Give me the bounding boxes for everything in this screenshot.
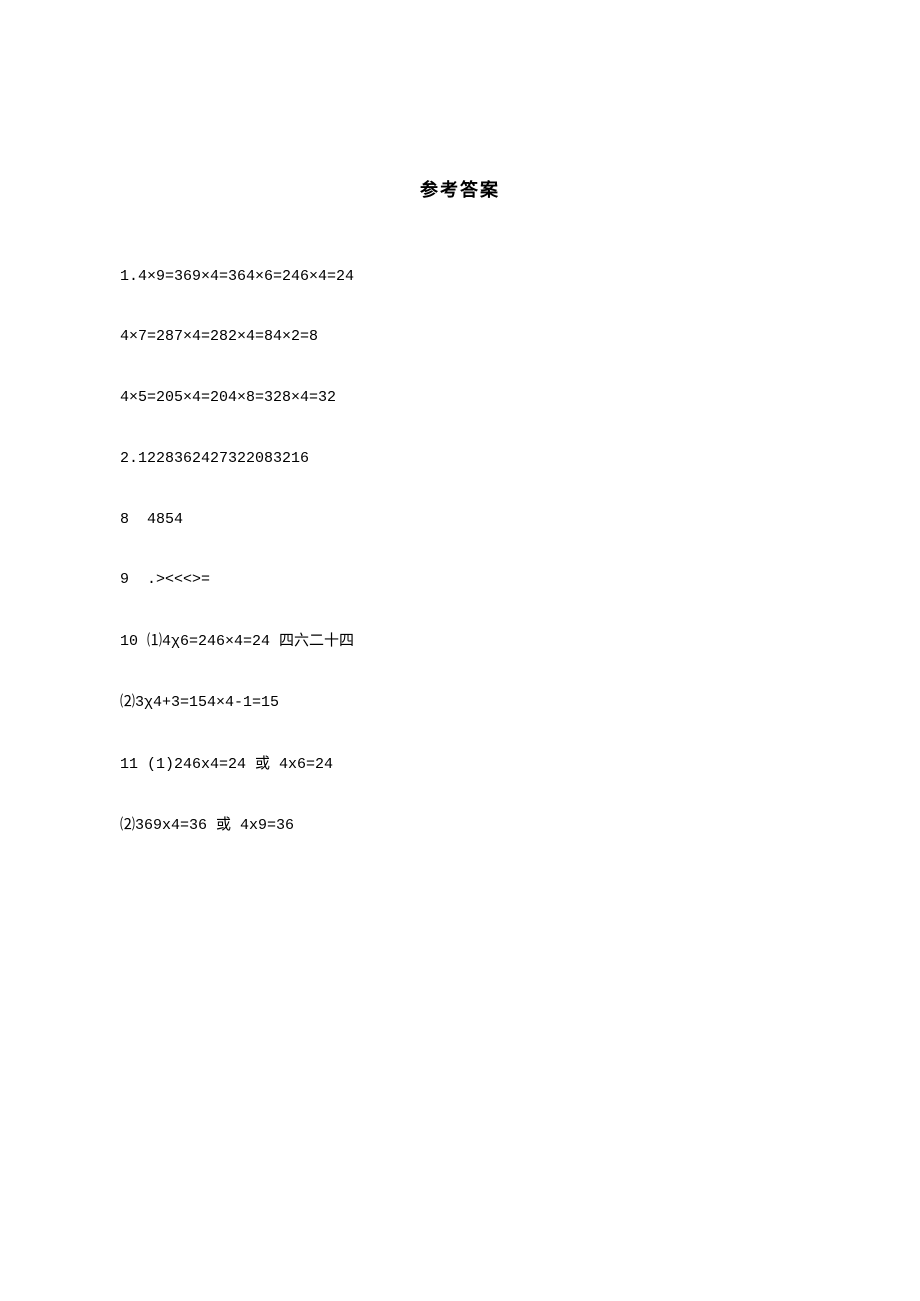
answer-line-10c: 4x9=36 (231, 817, 294, 834)
answer-line-6: 9 .><<<>= (120, 570, 800, 590)
page-title: 参考答案 (120, 176, 800, 202)
answer-line-7: 10 ⑴4χ6=246×4=24 四六二十四 (120, 631, 800, 652)
answer-line-9b: 或 (255, 756, 270, 772)
answer-line-1: 1.4×9=369×4=364×6=246×4=24 (120, 267, 800, 287)
answer-line-4: 2.1228362427322083216 (120, 449, 800, 469)
answer-line-10b: 或 (216, 817, 231, 833)
answer-line-9: 11 (1)246x4=24 或 4x6=24 (120, 754, 800, 775)
answer-content: 1.4×9=369×4=364×6=246×4=24 4×7=287×4=282… (120, 226, 800, 877)
answer-line-9a: 11 (1)246x4=24 (120, 756, 255, 773)
answer-line-10: ⑵369x4=36 或 4x9=36 (120, 815, 800, 836)
document-page: 参考答案 1.4×9=369×4=364×6=246×4=24 4×7=287×… (0, 0, 920, 1301)
answer-line-7a: 10 ⑴4χ6=246×4=24 (120, 633, 279, 650)
answer-line-8: ⑵3χ4+3=154×4-1=15 (120, 693, 800, 713)
answer-line-9c: 4x6=24 (270, 756, 333, 773)
answer-line-3: 4×5=205×4=204×8=328×4=32 (120, 388, 800, 408)
answer-line-5: 8 4854 (120, 510, 800, 530)
answer-line-10a: ⑵369x4=36 (120, 817, 216, 834)
answer-line-7b: 四六二十四 (279, 633, 354, 649)
answer-line-2: 4×7=287×4=282×4=84×2=8 (120, 327, 800, 347)
